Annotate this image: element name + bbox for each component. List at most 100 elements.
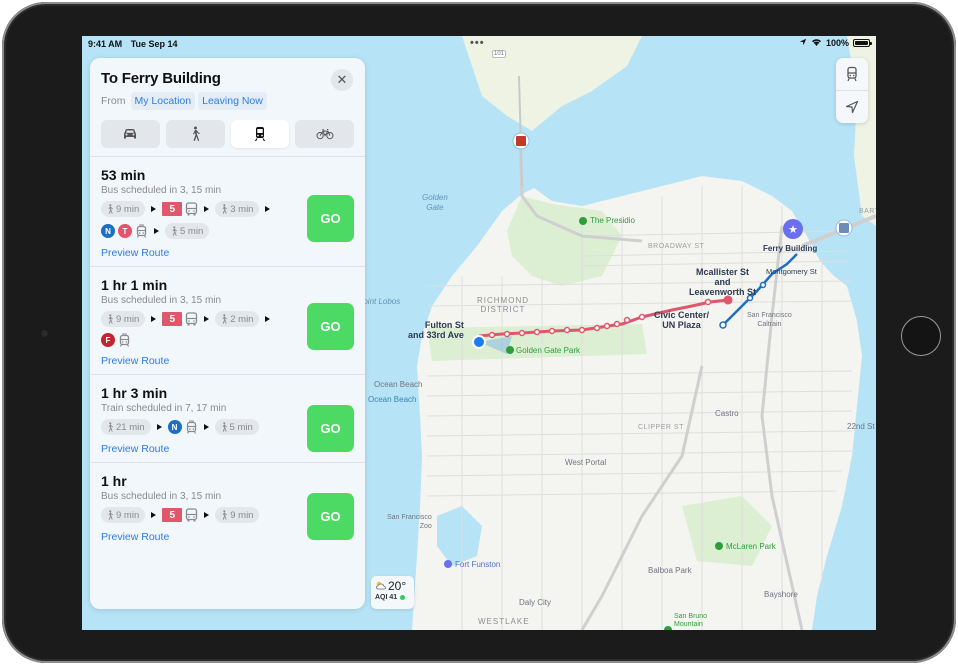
bus-icon [185, 202, 198, 216]
ggpark-icon [506, 346, 514, 354]
bus-step: 5 [162, 202, 198, 216]
mode-cycle-button[interactable] [295, 120, 354, 148]
go-button[interactable]: GO [307, 405, 354, 452]
route-list: 53 min Bus scheduled in 3, 15 min 9 min 5 3 … [90, 156, 365, 550]
current-location-dot [474, 337, 484, 347]
preview-route-link[interactable]: Preview Route [101, 247, 169, 259]
tram-icon [185, 420, 198, 434]
map-label-balboa-park: Balboa Park [648, 566, 692, 575]
preview-route-link[interactable]: Preview Route [101, 531, 169, 543]
status-date: Tue Sep 14 [130, 39, 178, 49]
muni-line-badge: N [167, 420, 182, 434]
go-button[interactable]: GO [307, 493, 354, 540]
weather-widget[interactable]: 20° AQI 41 [371, 576, 414, 609]
step-arrow-icon [265, 316, 271, 322]
aqi-status-dot [400, 595, 406, 600]
walk-step: 21 min [101, 419, 151, 435]
walk-icon [108, 510, 114, 520]
map-label-broadway: BROADWAY ST [648, 243, 705, 250]
route-duration: 1 hr 3 min [101, 385, 168, 401]
map-label-castro: Castro [715, 409, 739, 418]
map-label-22nd-st: 22nd St [847, 422, 875, 431]
mclaren-park-icon [715, 542, 723, 550]
route-steps: 9 min 5 3 min N T 5 min [101, 201, 291, 239]
walk-duration: 21 min [116, 421, 145, 433]
route-steps: 9 min 5 2 min F [101, 311, 291, 347]
preview-route-link[interactable]: Preview Route [101, 443, 169, 455]
battery-percent: 100% [825, 38, 849, 48]
bus-step: 5 [162, 508, 198, 522]
walk-icon [108, 422, 114, 432]
map-label-mcallister-stop: Mcallister St and Leavenworth St [689, 267, 757, 297]
map-label-golden-gate-park: Golden Gate Park [516, 346, 581, 355]
step-arrow-icon [151, 512, 157, 518]
walk-step: 9 min [101, 311, 146, 327]
walk-duration: 9 min [116, 313, 140, 325]
muni-line-badge: N [101, 224, 115, 238]
tram-icon [135, 224, 148, 238]
route-option[interactable]: 1 hr 3 min Train scheduled in 7, 17 min 21… [90, 374, 365, 462]
route-option[interactable]: 1 hr 1 min Bus scheduled in 3, 15 min 9 mi… [90, 266, 365, 374]
walk-icon [222, 422, 227, 432]
bus-line-badge: 5 [162, 508, 183, 522]
map-label-daly-city: Daly City [519, 598, 552, 607]
map-label-bart: BART [859, 208, 876, 215]
walk-duration: 2 min [230, 313, 254, 325]
multitasking-dots[interactable]: ••• [470, 37, 485, 49]
map-label-fort-funston: Fort Funston [455, 560, 501, 569]
tram-step: N [167, 420, 198, 434]
mode-walk-button[interactable] [165, 120, 225, 148]
map-label-westlake: WESTLAKE [478, 617, 530, 626]
walk-icon [172, 226, 178, 236]
walk-duration: 9 min [116, 203, 140, 215]
go-button[interactable]: GO [307, 303, 354, 350]
bus-line-badge: 5 [162, 202, 183, 216]
walk-duration: 5 min [180, 225, 204, 237]
route-option[interactable]: 1 hr Bus scheduled in 3, 15 min 9 min 5 9 mi… [90, 462, 365, 550]
walk-step: 5 min [165, 223, 210, 239]
mode-transit-button[interactable] [230, 120, 290, 148]
current-location-button[interactable] [836, 90, 868, 122]
map-label-fulton-stop: Fulton St and 33rd Ave [408, 320, 464, 340]
step-arrow-icon [154, 228, 159, 234]
tram-icon [118, 333, 131, 347]
map-label-san-bruno-mountain: San Bruno Mountain [674, 613, 708, 628]
walk-icon [222, 510, 228, 520]
origin-button[interactable]: My Location [130, 92, 196, 110]
presidio-park-icon [579, 217, 587, 225]
close-button[interactable]: ✕ [331, 69, 353, 91]
mode-drive-button[interactable] [101, 120, 160, 148]
aqi-value: AQI 41 [375, 594, 398, 601]
fort-funston-icon [444, 560, 452, 568]
home-button[interactable] [901, 316, 941, 356]
from-label: From [101, 95, 126, 107]
bus-icon [185, 312, 198, 326]
route-option[interactable]: 53 min Bus scheduled in 3, 15 min 9 min 5 3 … [90, 156, 365, 266]
map-label-mclaren-park: McLaren Park [726, 542, 776, 551]
departure-time-button[interactable]: Leaving Now [198, 92, 267, 110]
muni-line-badge: F [101, 333, 115, 347]
location-services-icon [799, 38, 807, 48]
walk-step: 9 min [101, 507, 146, 523]
tram-icon [254, 127, 265, 142]
map-label-montgomery: Montgomery St [766, 267, 817, 276]
step-arrow-icon [156, 424, 162, 430]
front-camera [40, 329, 49, 338]
walk-step: 5 min [214, 419, 259, 435]
transit-map-toggle[interactable] [836, 58, 868, 90]
walk-icon [222, 314, 228, 324]
bus-step: 5 [162, 312, 198, 326]
status-bar: 9:41 AM Tue Sep 14 ••• 100% [82, 36, 876, 52]
battery-icon [853, 39, 872, 47]
walk-step: 9 min [101, 201, 146, 217]
go-button[interactable]: GO [307, 195, 354, 242]
step-arrow-icon [204, 512, 210, 518]
bus-icon [185, 508, 198, 522]
directions-title: To Ferry Building [101, 70, 221, 87]
preview-route-link[interactable]: Preview Route [101, 355, 169, 367]
walk-duration: 9 min [230, 509, 254, 521]
partly-cloudy-icon [375, 579, 387, 593]
walk-icon [108, 314, 114, 324]
route-duration: 53 min [101, 167, 146, 183]
step-arrow-icon [204, 316, 210, 322]
